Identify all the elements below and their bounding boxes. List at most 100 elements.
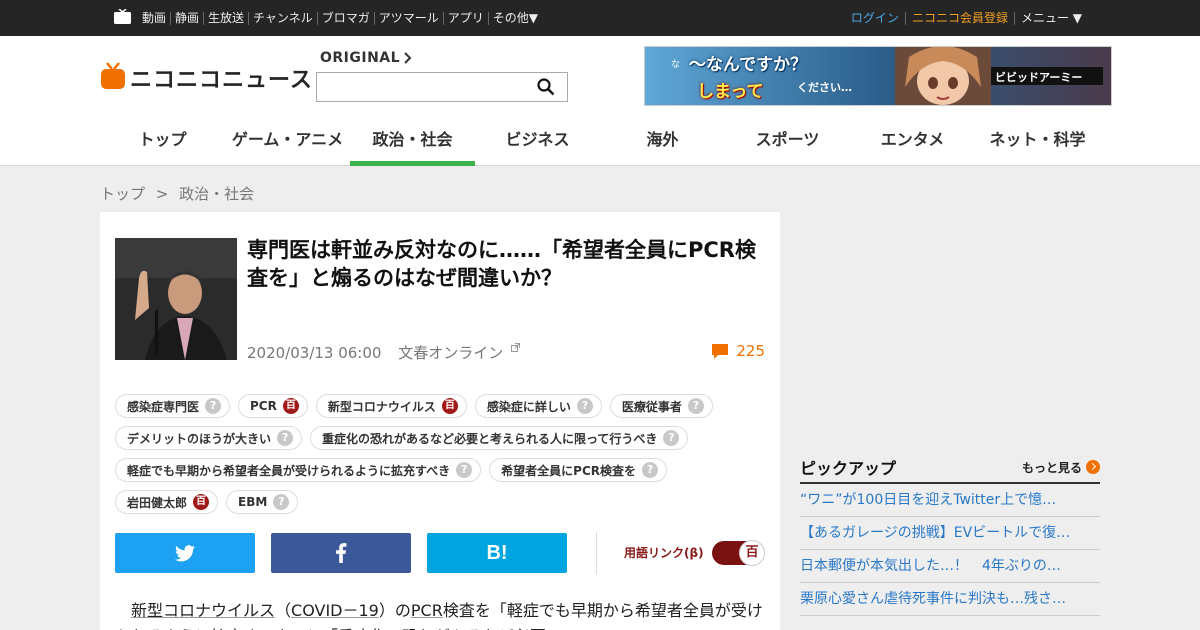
tag-item[interactable]: PCR 百 xyxy=(238,394,308,418)
search-icon[interactable] xyxy=(537,78,555,96)
breadcrumb-separator: > xyxy=(155,185,169,203)
site-logo[interactable]: ニコニコニュース xyxy=(100,62,312,93)
term-link-label: 用語リンク(β) xyxy=(624,546,704,560)
article-card: 専門医は軒並み反対なのに……「希望者全員にPCR検査を」と煽るのはなぜ間違いか？… xyxy=(100,212,780,630)
login-link[interactable]: ログイン xyxy=(845,11,905,25)
body-text-run: ）の xyxy=(378,601,411,620)
tag-label: PCR xyxy=(250,399,277,413)
question-icon[interactable]: ? xyxy=(687,398,704,414)
global-nav-blomaga[interactable]: ブロマガ xyxy=(316,11,374,25)
share-hatena-button[interactable]: B! xyxy=(427,533,567,573)
dictionary-icon[interactable]: 百 xyxy=(282,398,299,414)
question-icon[interactable]: ? xyxy=(277,430,294,446)
account-nav: ログイン ニコニコ会員登録 メニュー ▼ xyxy=(845,0,1088,36)
breadcrumb-home[interactable]: トップ xyxy=(100,185,145,203)
global-nav-atsumaru[interactable]: アツマール xyxy=(373,11,443,25)
comment-count-value: 225 xyxy=(736,342,765,360)
banner-headline: 〜なんですか？ xyxy=(689,55,808,75)
banner-character-image xyxy=(895,47,991,105)
article-source[interactable]: 文春オンライン xyxy=(398,344,503,362)
tab-politics-society[interactable]: 政治・社会 xyxy=(350,122,475,166)
niconico-tv-icon[interactable] xyxy=(114,9,131,24)
tab-business[interactable]: ビジネス xyxy=(475,122,600,166)
tag-label: デメリットのほうが大きい xyxy=(127,431,272,446)
global-nav-channel[interactable]: チャンネル xyxy=(248,11,317,25)
niconico-logo-icon xyxy=(101,62,125,89)
twitter-icon xyxy=(175,544,195,561)
external-link-icon xyxy=(511,343,521,352)
question-icon[interactable]: ? xyxy=(205,398,222,414)
question-icon[interactable]: ? xyxy=(663,430,680,446)
tab-overseas[interactable]: 海外 xyxy=(600,122,725,166)
tag-label: 重症化の恐れがあるなど必要と考えられる人に限って行うべき xyxy=(322,431,658,446)
tag-item[interactable]: 医療従事者? xyxy=(609,394,713,418)
tag-item[interactable]: 岩田健太郎百 xyxy=(115,490,219,514)
global-nav-live[interactable]: 生放送 xyxy=(203,11,248,25)
tag-item[interactable]: 重症化の恐れがあるなど必要と考えられる人に限って行うべき? xyxy=(310,426,689,450)
term-link[interactable]: COVID－19 xyxy=(291,601,379,620)
share-twitter-button[interactable] xyxy=(115,533,255,573)
tag-label: 岩田健太郎 xyxy=(127,495,188,510)
tag-label: 感染症専門医 xyxy=(127,399,200,414)
global-topbar: 動画 静画 生放送 チャンネル ブロマガ アツマール アプリ その他▼ ログイン… xyxy=(0,0,1200,36)
pickup-item[interactable]: 日本郵便が本気出した…！ 4年ぶりの… xyxy=(800,550,1100,583)
term-link[interactable]: PCR xyxy=(411,601,443,620)
breadcrumb: トップ > 政治・社会 xyxy=(100,183,260,204)
term-link-toggle[interactable]: 百 xyxy=(712,540,765,566)
pickup-more-label: もっと見る xyxy=(1021,460,1082,475)
tag-item[interactable]: 感染症専門医? xyxy=(115,394,231,418)
tab-sports[interactable]: スポーツ xyxy=(725,122,850,166)
question-icon[interactable]: ? xyxy=(456,462,473,478)
dictionary-toggle-icon: 百 xyxy=(739,540,765,566)
comment-count[interactable]: 225 xyxy=(712,342,765,360)
tag-label: 感染症に詳しい xyxy=(486,399,571,414)
pickup-item[interactable]: “ワニ”が100日目を迎えTwitter上で憶… xyxy=(800,484,1100,517)
tab-top[interactable]: トップ xyxy=(100,122,225,166)
term-link[interactable]: 新型コロナウイルス xyxy=(131,601,275,620)
pickup-item[interactable]: 栗原心愛さん虐待死事件に判決も…残さ… xyxy=(800,583,1100,616)
tag-item[interactable]: 希望者全員にPCR検査を? xyxy=(489,458,668,482)
tag-item[interactable]: 感染症に詳しい? xyxy=(474,394,602,418)
site-header: ニコニコニュース ORIGINAL な 〜なんですか？ しまって ください… ビ… xyxy=(0,36,1200,166)
search-input[interactable] xyxy=(317,73,532,101)
global-nav-app[interactable]: アプリ xyxy=(442,11,488,25)
global-nav-seiga[interactable]: 静画 xyxy=(170,11,203,25)
menu-dropdown[interactable]: メニュー ▼ xyxy=(1013,11,1088,25)
breadcrumb-current[interactable]: 政治・社会 xyxy=(179,185,254,203)
question-icon[interactable]: ? xyxy=(576,398,593,414)
question-icon[interactable]: ? xyxy=(642,462,659,478)
pickup-item[interactable]: 【あるガレージの挑戦】EVビートルで復… xyxy=(800,517,1100,550)
body-text-run: （ xyxy=(275,601,292,620)
category-nav: トップ ゲーム・アニメ 政治・社会 ビジネス 海外 スポーツ エンタメ ネット・… xyxy=(100,122,1100,166)
article-body: 新型コロナウイルス（COVID－19）のPCR検査を「軽症でも早期から希望者全員… xyxy=(115,598,765,630)
tag-item[interactable]: 新型コロナウイルス百 xyxy=(315,394,467,418)
tag-list: 感染症専門医? PCR 百 新型コロナウイルス百 感染症に詳しい? 医療従事者? … xyxy=(115,394,765,514)
tab-net-science[interactable]: ネット・科学 xyxy=(975,122,1100,166)
register-link[interactable]: ニコニコ会員登録 xyxy=(904,11,1014,25)
facebook-icon xyxy=(336,543,347,563)
pickup-more-link[interactable]: もっと見る xyxy=(1022,459,1100,476)
share-facebook-button[interactable] xyxy=(271,533,411,573)
comment-icon xyxy=(712,343,729,359)
tab-game-anime[interactable]: ゲーム・アニメ xyxy=(225,122,350,166)
tab-entertainment[interactable]: エンタメ xyxy=(850,122,975,166)
global-nav-video[interactable]: 動画 xyxy=(138,11,170,25)
tag-label: 希望者全員にPCR検査を xyxy=(501,463,637,478)
tag-item[interactable]: EBM? xyxy=(226,490,299,514)
banner-pre-text: な xyxy=(671,60,681,70)
dictionary-icon[interactable]: 百 xyxy=(193,494,210,510)
article-thumbnail[interactable] xyxy=(115,238,237,360)
global-nav-other[interactable]: その他▼ xyxy=(487,11,542,25)
tag-label: 軽症でも早期から希望者全員が受けられるように拡充すべき xyxy=(127,463,451,478)
dictionary-icon[interactable]: 百 xyxy=(441,398,458,414)
ad-banner[interactable]: な 〜なんですか？ しまって ください… ビビッドアーミー xyxy=(644,46,1112,106)
tag-item[interactable]: 軽症でも早期から希望者全員が受けられるように拡充すべき? xyxy=(115,458,482,482)
share-divider xyxy=(596,532,597,574)
banner-tagline: ください… xyxy=(797,81,852,94)
original-link[interactable]: ORIGINAL xyxy=(320,50,400,66)
tag-item[interactable]: デメリットのほうが大きい? xyxy=(115,426,303,450)
chevron-right-icon[interactable] xyxy=(402,50,414,66)
banner-brand-logo: ビビッドアーミー xyxy=(991,67,1103,85)
question-icon[interactable]: ? xyxy=(273,494,290,510)
article-meta: 2020/03/13 06:00 文春オンライン xyxy=(247,342,521,363)
